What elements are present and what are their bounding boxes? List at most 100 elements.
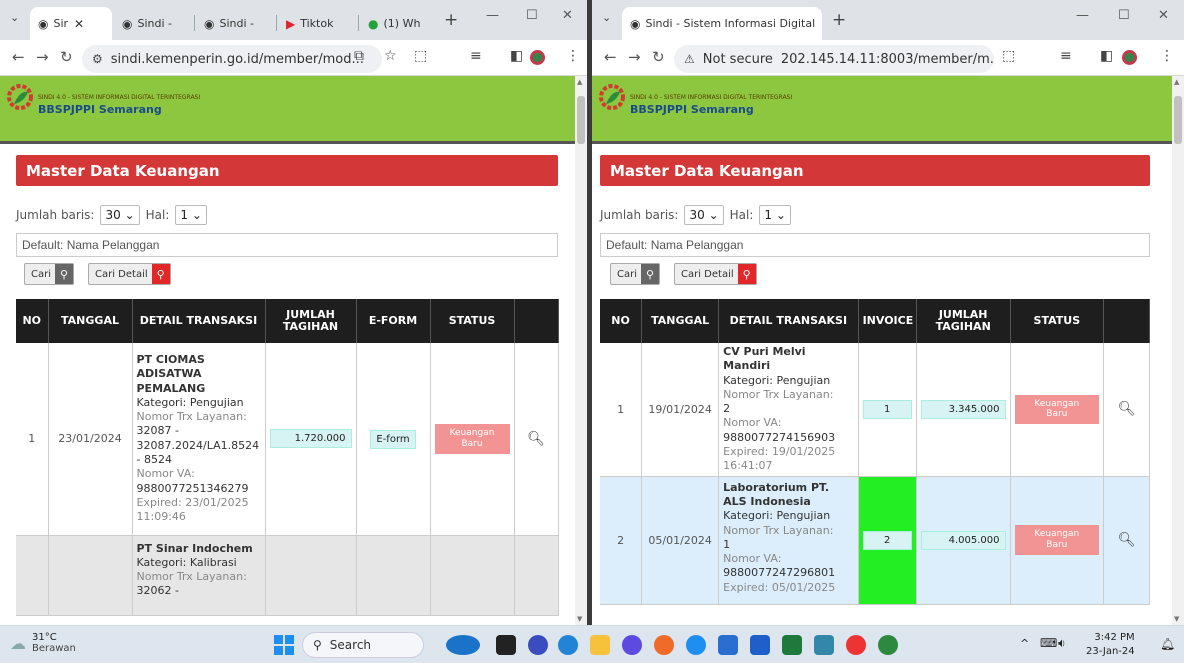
volume-icon[interactable]: 🔉︎ [1058, 636, 1066, 651]
page-select[interactable]: 1 ⌄ [175, 205, 207, 225]
scroll-up-icon[interactable]: ▲ [577, 78, 582, 86]
scrollbar-thumb[interactable] [1174, 96, 1182, 144]
taskbar-search[interactable]: ⚲ Search [302, 632, 424, 658]
chrome-profile-icon[interactable] [878, 635, 898, 655]
forward-icon[interactable]: → [36, 48, 49, 66]
eform-button[interactable]: E-form [370, 430, 416, 450]
data-table: NO TANGGAL DETAIL TRANSAKSI INVOICE JUML… [600, 299, 1150, 605]
extensions-icon[interactable]: ⬚ [414, 48, 427, 64]
tab-sindi-3[interactable]: ◉ Sindi - [196, 7, 274, 40]
minimize-icon[interactable]: — [486, 8, 499, 23]
site-brand: BBSPJPPI Semarang [38, 103, 162, 116]
close-window-icon[interactable]: ✕ [1158, 8, 1169, 23]
clock[interactable]: 3:42 PM 23-Jan-24 [1086, 631, 1135, 658]
rows-select[interactable]: 30 ⌄ [100, 205, 140, 225]
cari-button[interactable]: Cari ⚲ [610, 263, 660, 285]
opera-icon[interactable] [686, 635, 706, 655]
detail-magnifier-icon[interactable]: 🔍︎ [527, 431, 545, 447]
reload-icon[interactable]: ↻ [60, 48, 73, 66]
tab-list-chevron-icon[interactable]: ⌄ [10, 11, 19, 24]
firefox-icon[interactable] [654, 635, 674, 655]
back-icon[interactable]: ← [12, 48, 25, 66]
page-scrollbar[interactable]: ▲ ▼ [1172, 76, 1184, 625]
invoice-value[interactable]: 1 [862, 399, 912, 419]
windows-start-icon[interactable] [274, 635, 294, 655]
side-panel-icon[interactable]: ◧ [510, 48, 523, 64]
detail-magnifier-icon[interactable]: 🔍︎ [1118, 532, 1136, 548]
site-info-icon[interactable]: ⚙ [92, 52, 103, 66]
table-header-row: NO TANGGAL DETAIL TRANSAKSI JUMLAH TAGIH… [16, 299, 559, 343]
va-number: 9880077247296801 [723, 566, 836, 580]
edge-browser-icon[interactable] [558, 635, 578, 655]
menu-icon[interactable]: ⋮ [566, 48, 580, 64]
excel-icon[interactable] [782, 635, 802, 655]
cari-detail-button[interactable]: Cari Detail ⚲ [88, 263, 171, 285]
reload-icon[interactable]: ↻ [652, 48, 665, 66]
tab-whatsapp[interactable]: ● (1) Wh [360, 7, 438, 40]
column-header: STATUS [430, 299, 515, 343]
store-icon[interactable] [750, 635, 770, 655]
scroll-down-icon[interactable]: ▼ [1174, 615, 1179, 623]
forward-icon[interactable]: → [628, 48, 641, 66]
trx-label: Nomor Trx Layanan: [723, 387, 834, 401]
tray-chevron-icon[interactable]: ^ [1020, 637, 1029, 650]
profile-avatar[interactable] [530, 50, 545, 65]
tab-list-chevron-icon[interactable]: ⌄ [602, 11, 611, 24]
browser-window-right: ⌄ ◉ Sindi - Sistem Informasi Digital ✕ +… [592, 0, 1184, 625]
column-header: JUMLAH TAGIHAN [916, 299, 1011, 343]
page-title: Master Data Keuangan [600, 155, 1150, 186]
calculator-icon[interactable] [718, 635, 738, 655]
task-view-icon[interactable] [496, 635, 516, 655]
close-icon[interactable]: ✕ [74, 17, 84, 31]
table-row: PT Sinar Indochem Kategori: Kalibrasi No… [16, 535, 559, 616]
cari-detail-button[interactable]: Cari Detail ⚲ [674, 263, 757, 285]
new-tab-icon[interactable]: + [832, 10, 846, 30]
translate-icon[interactable]: ⧉ [354, 48, 364, 64]
notification-bell-icon[interactable]: 🔔︎ [1160, 637, 1175, 651]
back-icon[interactable]: ← [604, 48, 617, 66]
category: Kategori: Kalibrasi [136, 555, 237, 569]
profile-avatar[interactable] [1122, 50, 1137, 65]
minimize-icon[interactable]: — [1076, 8, 1089, 23]
cari-button[interactable]: Cari ⚲ [24, 263, 74, 285]
page-select[interactable]: 1 ⌄ [759, 205, 791, 225]
new-tab-icon[interactable]: + [444, 10, 458, 30]
discord-icon[interactable] [622, 635, 642, 655]
tab-sindi-2[interactable]: ◉ Sindi - [114, 7, 192, 40]
action-cell: 🔍︎ [514, 343, 559, 536]
tiktok-icon: ▶ [286, 16, 296, 31]
edge-icon[interactable] [446, 635, 480, 655]
menu-icon[interactable]: ⋮ [1160, 48, 1174, 64]
invoice-value[interactable]: 2 [862, 530, 912, 550]
reading-list-icon[interactable]: ≡ [470, 48, 482, 64]
scrollbar-thumb[interactable] [577, 96, 585, 144]
rows-label: Jumlah baris: [600, 208, 679, 222]
file-explorer-icon[interactable] [590, 635, 610, 655]
maximize-icon[interactable]: ☐ [1118, 8, 1130, 23]
scroll-up-icon[interactable]: ▲ [1174, 78, 1179, 86]
page-scrollbar[interactable]: ▲ ▼ [575, 76, 587, 625]
tab-sindi-active[interactable]: ◉ Sindi - Sistem Informasi Digital ✕ [622, 7, 822, 40]
customer-name: PT Sinar Indochem [136, 541, 253, 555]
trx-number: 32087 - 32087.2024/LA1.8524 - 8524 [136, 424, 260, 467]
snipping-tool-icon[interactable] [814, 635, 834, 655]
url-field[interactable]: ⚠ Not secure 202.145.14.11:8003/member/m… [674, 45, 994, 73]
scroll-down-icon[interactable]: ▼ [577, 615, 582, 623]
bookmark-star-icon[interactable]: ☆ [384, 48, 397, 64]
side-panel-icon[interactable]: ◧ [1100, 48, 1113, 64]
search-input[interactable]: Default: Nama Pelanggan [16, 233, 558, 257]
url-field[interactable]: ⚙ sindi.kemenperin.go.id/member/mod... [82, 45, 382, 73]
tab-sindi-active[interactable]: ◉ Sir ✕ [30, 7, 112, 40]
search-input[interactable]: Default: Nama Pelanggan [600, 233, 1150, 257]
reading-list-icon[interactable]: ≡ [1060, 48, 1072, 64]
extensions-icon[interactable]: ⬚ [1002, 48, 1015, 64]
rows-select[interactable]: 30 ⌄ [684, 205, 724, 225]
weather-widget[interactable]: ☁ 31°C Berawan [10, 632, 76, 654]
tab-tiktok[interactable]: ▶ Tiktok [278, 7, 356, 40]
network-icon[interactable]: ⌨ [1040, 636, 1057, 650]
detail-magnifier-icon[interactable]: 🔍︎ [1118, 401, 1136, 417]
close-window-icon[interactable]: ✕ [562, 8, 573, 23]
maximize-icon[interactable]: ☐ [526, 8, 538, 23]
chat-icon[interactable] [528, 635, 548, 655]
chrome-icon[interactable] [846, 635, 866, 655]
